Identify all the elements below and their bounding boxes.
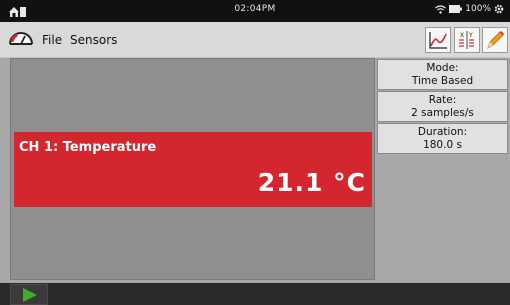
channel-card[interactable]: CH 1: Temperature 21.1 °C [14, 132, 372, 207]
graph-view-button[interactable] [425, 27, 451, 53]
mode-label: Mode: [426, 62, 459, 74]
pencil-icon [487, 31, 504, 49]
channel-label: CH 1: Temperature [19, 140, 157, 155]
mode-button[interactable]: Mode: Time Based [377, 59, 508, 90]
svg-text:X: X [460, 32, 464, 39]
table-icon: X Y [459, 31, 474, 49]
duration-value: 180.0 s [423, 139, 462, 151]
menu-sensors[interactable]: Sensors [70, 33, 117, 47]
gauge-icon[interactable] [8, 28, 34, 50]
duration-button[interactable]: Duration: 180.0 s [377, 123, 508, 154]
table-view-button[interactable]: X Y [454, 27, 480, 53]
clock-time: 02:04PM [234, 4, 276, 14]
menu-file[interactable]: File [42, 33, 62, 47]
status-bar: 02:04PM 100% [0, 0, 510, 22]
battery-percent: 100% [465, 4, 491, 14]
gear-icon[interactable] [494, 4, 504, 14]
menu-bar: File Sensors X Y [0, 22, 510, 58]
main-area: CH 1: Temperature 21.1 °C Mode: Time Bas… [0, 58, 510, 283]
mode-value: Time Based [411, 75, 474, 87]
edit-button[interactable] [482, 27, 508, 53]
svg-text:Y: Y [468, 32, 473, 39]
play-button[interactable] [10, 284, 48, 305]
status-indicators: 100% [435, 4, 504, 14]
meter-display: CH 1: Temperature 21.1 °C [10, 58, 375, 280]
wifi-icon [435, 4, 447, 14]
channel-value: 21.1 °C [257, 168, 366, 197]
battery-icon [449, 5, 463, 13]
rate-label: Rate: [428, 94, 457, 106]
graph-icon [429, 32, 447, 49]
bottom-bar [0, 283, 510, 305]
play-icon [23, 288, 37, 302]
rate-value: 2 samples/s [411, 107, 474, 119]
duration-label: Duration: [417, 126, 468, 138]
rate-button[interactable]: Rate: 2 samples/s [377, 91, 508, 122]
